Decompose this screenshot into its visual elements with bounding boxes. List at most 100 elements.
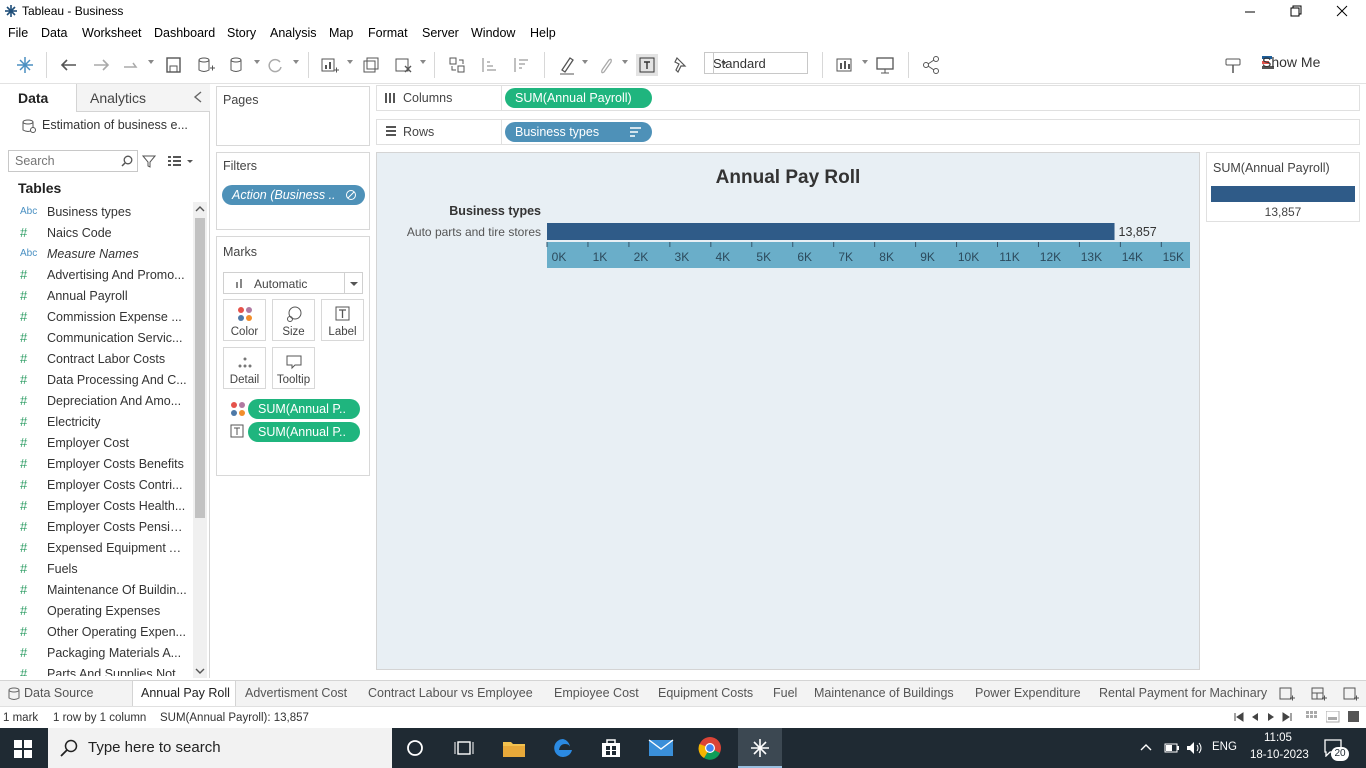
fit-mode-select[interactable]: Standard bbox=[704, 52, 808, 74]
columns-pill[interactable]: SUM(Annual Payroll) bbox=[505, 88, 652, 108]
clock-time[interactable]: 11:05 bbox=[1264, 732, 1292, 744]
save-icon[interactable] bbox=[162, 54, 184, 76]
edge-icon[interactable] bbox=[552, 737, 574, 759]
bar[interactable] bbox=[547, 223, 1115, 240]
field-item[interactable]: # Employer Costs Health... bbox=[0, 496, 192, 517]
chevron-down-icon[interactable] bbox=[713, 53, 733, 73]
menu-help[interactable]: Help bbox=[530, 26, 556, 40]
tab-fuel[interactable]: Fuel bbox=[773, 681, 797, 706]
field-item[interactable]: # Employer Cost bbox=[0, 433, 192, 454]
menu-format[interactable]: Format bbox=[368, 26, 408, 40]
sort-ascending-icon[interactable] bbox=[478, 54, 500, 76]
windows-start-icon[interactable] bbox=[14, 740, 32, 758]
cortana-icon[interactable] bbox=[406, 739, 424, 757]
detail-button[interactable]: Detail bbox=[223, 347, 266, 389]
sort-descending-icon[interactable] bbox=[510, 54, 532, 76]
highlight-icon[interactable] bbox=[556, 54, 578, 76]
filter-icon[interactable] bbox=[142, 154, 156, 168]
field-item[interactable]: # Parts And Supplies Not... bbox=[0, 664, 192, 676]
field-item[interactable]: Abc Measure Names bbox=[0, 244, 192, 265]
taskbar-search[interactable]: Type here to search bbox=[48, 728, 392, 768]
collapse-pane-icon[interactable] bbox=[192, 90, 204, 104]
next-sheet-icon[interactable] bbox=[1266, 712, 1276, 722]
tab-contract-labour[interactable]: Contract Labour vs Employee bbox=[368, 681, 533, 706]
volume-icon[interactable] bbox=[1186, 741, 1204, 755]
replay-icon[interactable] bbox=[120, 54, 142, 76]
pin-icon[interactable] bbox=[1222, 54, 1244, 76]
pages-shelf[interactable]: Pages bbox=[216, 86, 370, 146]
color-button[interactable]: Color bbox=[223, 299, 266, 341]
search-box[interactable] bbox=[8, 150, 138, 172]
swap-rows-columns-icon[interactable] bbox=[446, 54, 468, 76]
tab-equipment-costs[interactable]: Equipment Costs bbox=[658, 681, 753, 706]
worksheet-view[interactable]: Annual Pay Roll Business types Auto parts… bbox=[376, 152, 1200, 670]
size-legend[interactable]: SUM(Annual Payroll) 13,857 bbox=[1206, 152, 1360, 222]
filters-shelf[interactable]: Filters Action (Business .. bbox=[216, 152, 370, 230]
tab-power-expenditure[interactable]: Power Expenditure bbox=[975, 681, 1081, 706]
field-item[interactable]: # Other Operating Expen... bbox=[0, 622, 192, 643]
tab-rental-payment[interactable]: Rental Payment for Machinary bbox=[1099, 681, 1267, 706]
menu-analysis[interactable]: Analysis bbox=[270, 26, 317, 40]
fix-axes-icon[interactable] bbox=[668, 54, 690, 76]
datasource-name[interactable]: Estimation of business e... bbox=[42, 118, 188, 132]
tab-empioyee-cost[interactable]: Empioyee Cost bbox=[554, 681, 639, 706]
filmstrip-view-icon[interactable] bbox=[1306, 711, 1318, 723]
language-indicator[interactable]: ENG bbox=[1212, 741, 1237, 753]
close-icon[interactable] bbox=[1334, 3, 1350, 19]
group-members-icon[interactable] bbox=[594, 54, 616, 76]
new-datasource-icon[interactable] bbox=[194, 54, 216, 76]
tabs-view-icon[interactable] bbox=[1348, 711, 1360, 723]
new-worksheet-icon[interactable] bbox=[318, 54, 340, 76]
tab-annual-pay-roll[interactable]: Annual Pay Roll bbox=[132, 681, 236, 706]
undo-icon[interactable] bbox=[58, 54, 80, 76]
size-button[interactable]: Size bbox=[272, 299, 315, 341]
field-item[interactable]: # Advertising And Promo... bbox=[0, 265, 192, 286]
new-dashboard-tab-icon[interactable] bbox=[1310, 685, 1328, 703]
store-icon[interactable] bbox=[600, 737, 622, 759]
redo-icon[interactable] bbox=[90, 54, 112, 76]
field-item[interactable]: # Employer Costs Pensio... bbox=[0, 517, 192, 538]
clock-date[interactable]: 18-10-2023 bbox=[1250, 749, 1309, 761]
rows-pill[interactable]: Business types bbox=[505, 122, 652, 142]
tab-maintenance-buildings[interactable]: Maintenance of Buildings bbox=[814, 681, 954, 706]
tab-data-source[interactable]: Data Source bbox=[24, 681, 93, 706]
show-me-button[interactable]: Show Me bbox=[1262, 54, 1320, 70]
field-item[interactable]: # Communication Servic... bbox=[0, 328, 192, 349]
field-item[interactable]: # Employer Costs Contri... bbox=[0, 475, 192, 496]
chrome-icon[interactable] bbox=[698, 736, 722, 760]
chevron-up-icon[interactable] bbox=[1140, 742, 1152, 752]
tab-analytics[interactable]: Analytics bbox=[90, 90, 146, 106]
file-explorer-icon[interactable] bbox=[502, 738, 526, 758]
columns-shelf[interactable]: Columns SUM(Annual Payroll) bbox=[376, 85, 1360, 111]
field-item[interactable]: # Depreciation And Amo... bbox=[0, 391, 192, 412]
menu-server[interactable]: Server bbox=[422, 26, 459, 40]
duplicate-sheet-icon[interactable] bbox=[360, 54, 382, 76]
tooltip-button[interactable]: Tooltip bbox=[272, 347, 315, 389]
battery-icon[interactable] bbox=[1164, 742, 1180, 754]
menu-file[interactable]: File bbox=[8, 26, 28, 40]
chevron-down-icon[interactable] bbox=[344, 273, 362, 293]
task-view-icon[interactable] bbox=[454, 739, 474, 757]
field-list-scrollbar[interactable] bbox=[193, 202, 207, 678]
last-sheet-icon[interactable] bbox=[1282, 712, 1292, 722]
show-cards-icon[interactable] bbox=[834, 54, 856, 76]
field-item[interactable]: # Contract Labor Costs bbox=[0, 349, 192, 370]
search-icon[interactable] bbox=[121, 155, 133, 167]
tab-data[interactable]: Data bbox=[18, 90, 48, 106]
color-field-pill[interactable]: SUM(Annual P.. bbox=[248, 399, 360, 419]
sheet-sorter-icon[interactable] bbox=[1326, 711, 1340, 723]
prev-sheet-icon[interactable] bbox=[1250, 712, 1260, 722]
pause-updates-icon[interactable] bbox=[226, 54, 248, 76]
field-item[interactable]: # Naics Code bbox=[0, 223, 192, 244]
menu-story[interactable]: Story bbox=[227, 26, 256, 40]
mark-type-select[interactable]: Automatic bbox=[223, 272, 363, 294]
restore-icon[interactable] bbox=[1288, 3, 1304, 19]
menu-map[interactable]: Map bbox=[329, 26, 353, 40]
clear-sheet-icon[interactable] bbox=[392, 54, 414, 76]
bar-chart[interactable]: Business types Auto parts and tire stores… bbox=[377, 197, 1199, 327]
field-item[interactable]: # Packaging Materials A... bbox=[0, 643, 192, 664]
field-item[interactable]: # Data Processing And C... bbox=[0, 370, 192, 391]
presentation-mode-icon[interactable] bbox=[874, 54, 896, 76]
field-item[interactable]: # Electricity bbox=[0, 412, 192, 433]
search-input[interactable] bbox=[9, 151, 109, 171]
